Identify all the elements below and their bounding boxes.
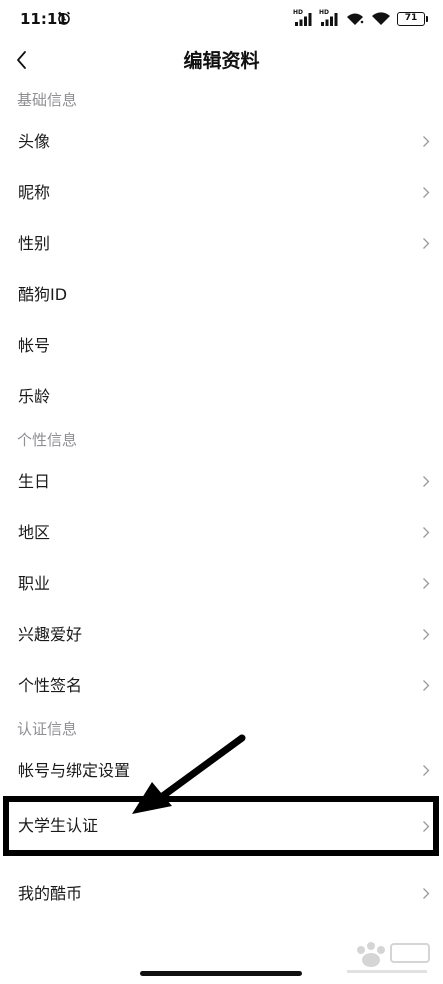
chevron-right-icon	[423, 578, 430, 589]
page-title: 编辑资料	[183, 50, 260, 72]
signal-icon: HD	[293, 9, 313, 27]
list-item-birthday[interactable]: 生日	[0, 456, 443, 507]
list-item-signature[interactable]: 个性签名	[0, 660, 443, 711]
list-item-label: 性别	[18, 234, 51, 253]
list-item-gender[interactable]: 性别	[0, 218, 443, 269]
list-item-account-binding[interactable]: 帐号与绑定设置	[0, 745, 443, 796]
list-item-occupation[interactable]: 职业	[0, 558, 443, 609]
list-item-label: 生日	[18, 472, 51, 491]
list-item-kugou-coins[interactable]: 我的酷币	[0, 868, 443, 919]
chevron-right-icon	[423, 476, 430, 487]
list-item-region[interactable]: 地区	[0, 507, 443, 558]
wifi-icon	[372, 12, 390, 25]
hd-label: HD	[319, 9, 330, 16]
chevron-right-icon	[423, 888, 430, 899]
home-indicator[interactable]	[140, 971, 302, 976]
status-icons: HD HD 71	[293, 9, 428, 28]
section-header-personal: 个性信息	[17, 431, 78, 449]
chevron-right-icon	[423, 136, 430, 147]
list-item-label: 帐号	[18, 336, 51, 355]
chevron-right-icon	[423, 680, 430, 691]
chevron-right-icon	[423, 765, 430, 776]
list-item-nickname[interactable]: 昵称	[0, 167, 443, 218]
list-item-label: 昵称	[18, 183, 51, 202]
status-bar: 11:11 HD HD 71	[0, 0, 443, 38]
settings-list: 基础信息 头像 昵称 性别 酷狗ID 帐号 乐龄 个性信息 生日 地区 职业 兴…	[0, 82, 443, 919]
list-item-hobbies[interactable]: 兴趣爱好	[0, 609, 443, 660]
chevron-right-icon	[423, 629, 430, 640]
list-item-music-age: 乐龄	[0, 371, 443, 422]
list-item-account: 帐号	[0, 320, 443, 371]
hd-label: HD	[293, 9, 304, 16]
edit-profile-screen: 11:11 HD HD 71 编辑资料 基础信息 头像 昵称 性别 酷狗ID 帐…	[0, 0, 443, 984]
baidu-jingyan-logo	[347, 942, 430, 973]
section-header-verification: 认证信息	[17, 720, 78, 738]
signal-icon: HD	[319, 9, 339, 27]
wifi-icon	[347, 13, 364, 25]
chevron-right-icon	[423, 238, 430, 249]
list-item-label: 个性签名	[18, 676, 83, 695]
list-item-label: 我的酷币	[18, 884, 83, 903]
chevron-right-icon	[423, 187, 430, 198]
list-item-avatar[interactable]: 头像	[0, 116, 443, 167]
list-item-label: 帐号与绑定设置	[18, 761, 131, 780]
annotation-highlight-box	[3, 796, 439, 856]
chevron-right-icon	[423, 527, 430, 538]
list-item-label: 兴趣爱好	[18, 625, 83, 644]
alarm-icon	[57, 11, 71, 25]
list-item-label: 酷狗ID	[18, 285, 68, 304]
battery-icon: 71	[397, 12, 428, 26]
list-item-label: 地区	[18, 523, 51, 542]
list-item-label: 职业	[18, 574, 51, 593]
list-item-kugou-id: 酷狗ID	[0, 269, 443, 320]
title-bar: 编辑资料	[0, 38, 443, 82]
section-header-basic: 基础信息	[17, 91, 78, 109]
list-item-label: 乐龄	[18, 387, 51, 406]
list-item-label: 头像	[18, 132, 51, 151]
